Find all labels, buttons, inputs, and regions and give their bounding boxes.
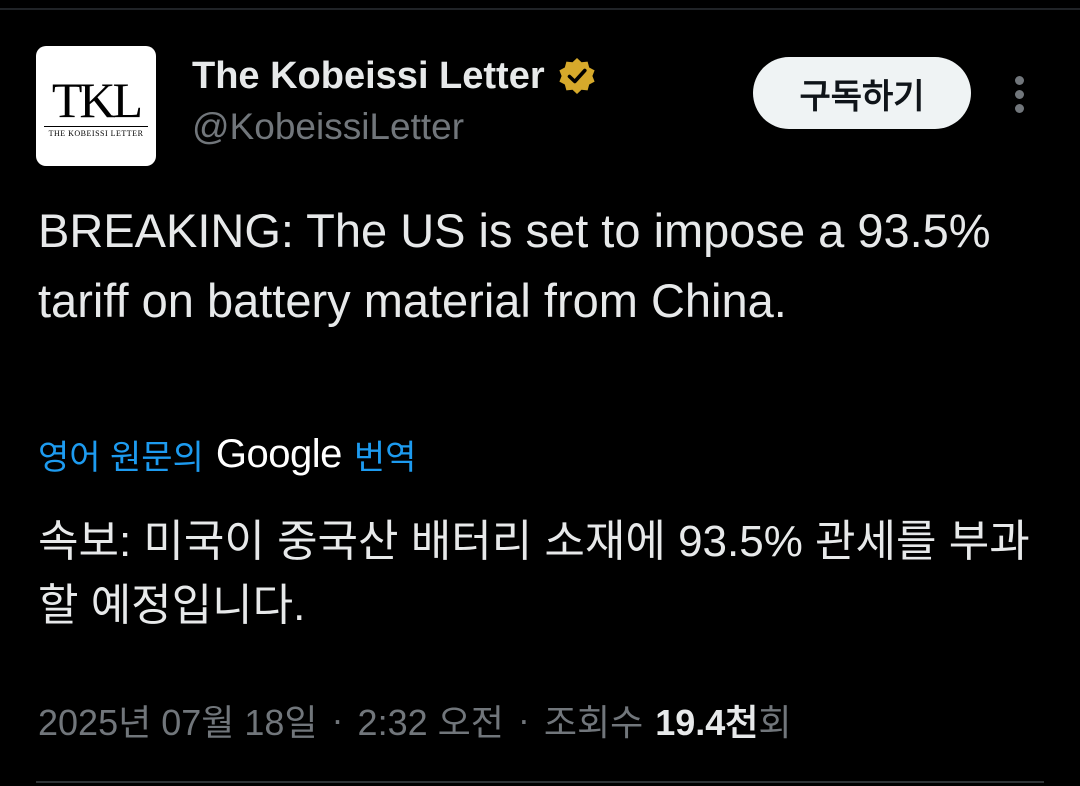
tweet-time[interactable]: 2:32 오전 [358, 694, 504, 746]
translation-attribution[interactable]: 영어 원문의 Google 번역 [38, 426, 416, 482]
author-name-row: The Kobeissi Letter [192, 52, 597, 100]
tweet-metadata: 2025년 07월 18일 · 2:32 오전 · 조회수 19.4천 회 [38, 690, 792, 750]
avatar[interactable]: TKL THE KOBEISSI LETTER [36, 46, 156, 166]
views-suffix: 회 [758, 702, 792, 743]
meta-separator: · [517, 699, 530, 740]
avatar-subtext: THE KOBEISSI LETTER [48, 129, 144, 138]
author-handle[interactable]: @KobeissiLetter [192, 106, 464, 148]
subscribe-button[interactable]: 구독하기 [753, 57, 971, 129]
google-logo: Google [215, 431, 342, 476]
views-label: 조회수 [543, 702, 644, 743]
avatar-rule [44, 126, 148, 127]
more-dot [1015, 104, 1024, 113]
bottom-divider [36, 781, 1044, 783]
avatar-monogram: TKL [51, 72, 143, 128]
verified-badge-icon[interactable] [557, 56, 597, 96]
tweet-date[interactable]: 2025년 07월 18일 [38, 694, 318, 746]
tweet-text: BREAKING: The US is set to impose a 93.5… [38, 204, 991, 327]
translation-prefix[interactable]: 영어 원문의 [38, 430, 204, 479]
translated-text: 속보: 미국이 중국산 배터리 소재에 93.5% 관세를 부과할 예정입니다. [38, 517, 1030, 630]
author-display-name[interactable]: The Kobeissi Letter [192, 55, 545, 98]
more-vertical-icon[interactable] [1000, 70, 1040, 118]
more-dot [1015, 90, 1024, 99]
views-count[interactable]: 19.4천 [655, 694, 758, 746]
top-divider [0, 8, 1080, 10]
translation-suffix[interactable]: 번역 [354, 430, 417, 479]
more-dot [1015, 76, 1024, 85]
meta-separator: · [331, 699, 344, 740]
